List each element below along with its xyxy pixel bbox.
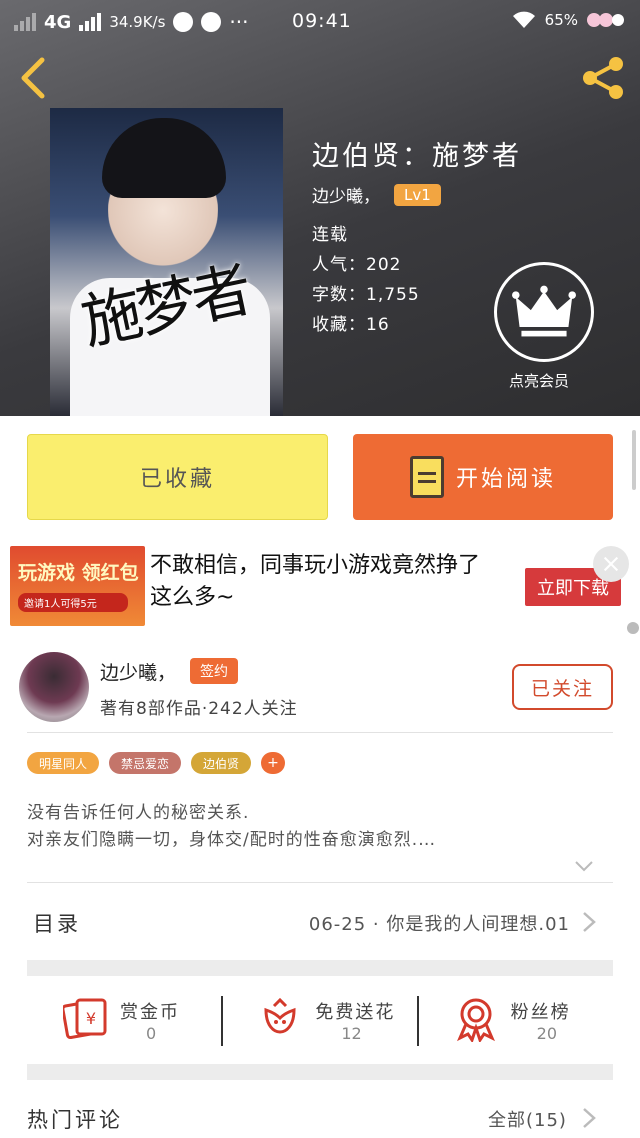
- table-of-contents-row[interactable]: 目录 06-25 · 你是我的人间理想.01: [0, 884, 640, 960]
- reward-value: 0: [146, 1024, 157, 1043]
- reward-label: 免费送花: [315, 1002, 396, 1023]
- reward-bar: ¥ 赏金币 0 免费送花 12 粉丝榜 20: [27, 980, 613, 1076]
- ad-close-icon[interactable]: [593, 546, 629, 582]
- description-line-1: 没有告诉任何人的秘密关系.: [27, 803, 250, 823]
- section-separator: [27, 960, 613, 976]
- divider: [27, 882, 613, 883]
- share-button[interactable]: [578, 52, 630, 104]
- book-description: 没有告诉任何人的秘密关系. 对亲友们隐瞒一切，身体交/配时的性奋愈演愈烈.…: [27, 800, 436, 854]
- clock: 09:41: [292, 10, 352, 32]
- divider: [221, 996, 223, 1046]
- flower-icon: [264, 997, 296, 1034]
- book-detail-screen: 4G 34.9K/s ··· 09:41 65% 施梦者 边伯贤：施梦者 边少曦…: [0, 0, 640, 1138]
- book-favorites: 收藏：16: [312, 315, 390, 335]
- svg-text:¥: ¥: [86, 1009, 96, 1028]
- book-status: 连载: [312, 225, 348, 245]
- chevron-down-icon[interactable]: [574, 856, 594, 876]
- red-envelope-coin-icon: ¥: [63, 998, 107, 1040]
- all-comments-link[interactable]: 全部(15): [488, 1106, 567, 1132]
- ad-text[interactable]: 不敢相信，同事玩小游戏竟然挣了这么多~: [150, 550, 490, 614]
- signed-badge: 签约: [190, 658, 238, 684]
- battery-flower-icon: [587, 13, 624, 27]
- reward-coins-button[interactable]: ¥ 赏金币 0: [27, 980, 222, 1076]
- toc-label: 目录: [33, 912, 81, 936]
- tag-item[interactable]: 边伯贤: [191, 752, 252, 774]
- reward-value: 12: [341, 1024, 362, 1043]
- latest-chapter: 06-25 · 你是我的人间理想.01: [308, 914, 570, 935]
- send-flowers-button[interactable]: 免费送花 12: [222, 980, 417, 1076]
- author-stats: 著有8部作品·242人关注: [100, 699, 298, 719]
- start-reading-button[interactable]: 开始阅读: [353, 434, 613, 520]
- book-header: 4G 34.9K/s ··· 09:41 65% 施梦者 边伯贤：施梦者 边少曦…: [0, 0, 640, 416]
- network-type: 4G: [44, 11, 72, 33]
- reward-value: 20: [536, 1024, 558, 1043]
- author-avatar[interactable]: [19, 652, 89, 722]
- section-separator: [27, 1064, 613, 1080]
- scrollbar[interactable]: [632, 430, 636, 490]
- add-tag-button[interactable]: +: [261, 752, 286, 774]
- divider: [27, 732, 613, 733]
- book-popularity: 人气：202: [312, 255, 402, 275]
- collected-button-label: 已收藏: [139, 467, 215, 492]
- chevron-right-icon: [583, 912, 596, 932]
- network-speed: 34.9K/s: [109, 13, 166, 31]
- ad-info-icon[interactable]: [627, 622, 639, 634]
- action-bar: 已收藏 开始阅读: [0, 416, 640, 538]
- status-bar: 4G 34.9K/s ··· 09:41 65%: [0, 0, 640, 44]
- app-notification-icon: [201, 12, 222, 32]
- author-name[interactable]: 边少曦，: [100, 658, 176, 685]
- vip-label: 点亮会员: [509, 372, 570, 390]
- reward-label: 赏金币: [120, 1002, 180, 1023]
- tag-item[interactable]: 明星同人: [27, 752, 100, 774]
- chevron-right-icon[interactable]: [580, 1106, 598, 1130]
- qq-icon: [173, 12, 194, 32]
- tag-list: 明星同人 禁忌爱恋 边伯贤 +: [27, 752, 286, 774]
- ad-banner[interactable]: 玩游戏 领红包 邀请1人可得5元 不敢相信，同事玩小游戏竟然挣了这么多~ 立即下…: [0, 538, 640, 634]
- medal-icon: [456, 998, 495, 1042]
- wifi-icon: [512, 11, 535, 28]
- ad-image-title: 玩游戏 领红包: [18, 562, 139, 584]
- author-level-badge: Lv1: [394, 183, 441, 206]
- divider: [417, 996, 419, 1046]
- vip-crown-button[interactable]: [494, 262, 594, 362]
- start-reading-label: 开始阅读: [455, 467, 556, 492]
- collected-button[interactable]: 已收藏: [27, 434, 328, 520]
- fan-ranking-button[interactable]: 粉丝榜 20: [418, 980, 613, 1076]
- ad-image[interactable]: 玩游戏 领红包 邀请1人可得5元: [10, 546, 145, 626]
- follow-button[interactable]: 已关注: [512, 664, 613, 710]
- tag-item[interactable]: 禁忌爱恋: [109, 752, 182, 774]
- book-word-count: 字数：1,755: [312, 285, 420, 305]
- back-button[interactable]: [14, 54, 54, 102]
- hot-comments-title: 热门评论: [27, 1108, 123, 1132]
- book-cover[interactable]: 施梦者: [50, 108, 283, 416]
- book-author[interactable]: 边少曦，: [312, 182, 380, 207]
- book-title: 边伯贤：施梦者: [312, 141, 522, 172]
- battery-level: 65%: [544, 11, 578, 29]
- book-info-panel: 边少曦， 签约 著有8部作品·242人关注 已关注 明星同人 禁忌爱恋 边伯贤 …: [0, 634, 640, 1138]
- more-notifications: ···: [229, 10, 249, 34]
- book-author-line: 边少曦， Lv1: [312, 182, 441, 207]
- book-icon: [409, 456, 444, 498]
- ad-image-subtitle: 邀请1人可得5元: [18, 593, 128, 612]
- signal-icon-2: [79, 13, 102, 31]
- reward-label: 粉丝榜: [510, 1002, 571, 1023]
- description-line-2: 对亲友们隐瞒一切，身体交/配时的性奋愈演愈烈.…: [27, 830, 437, 850]
- signal-icon: [14, 13, 36, 31]
